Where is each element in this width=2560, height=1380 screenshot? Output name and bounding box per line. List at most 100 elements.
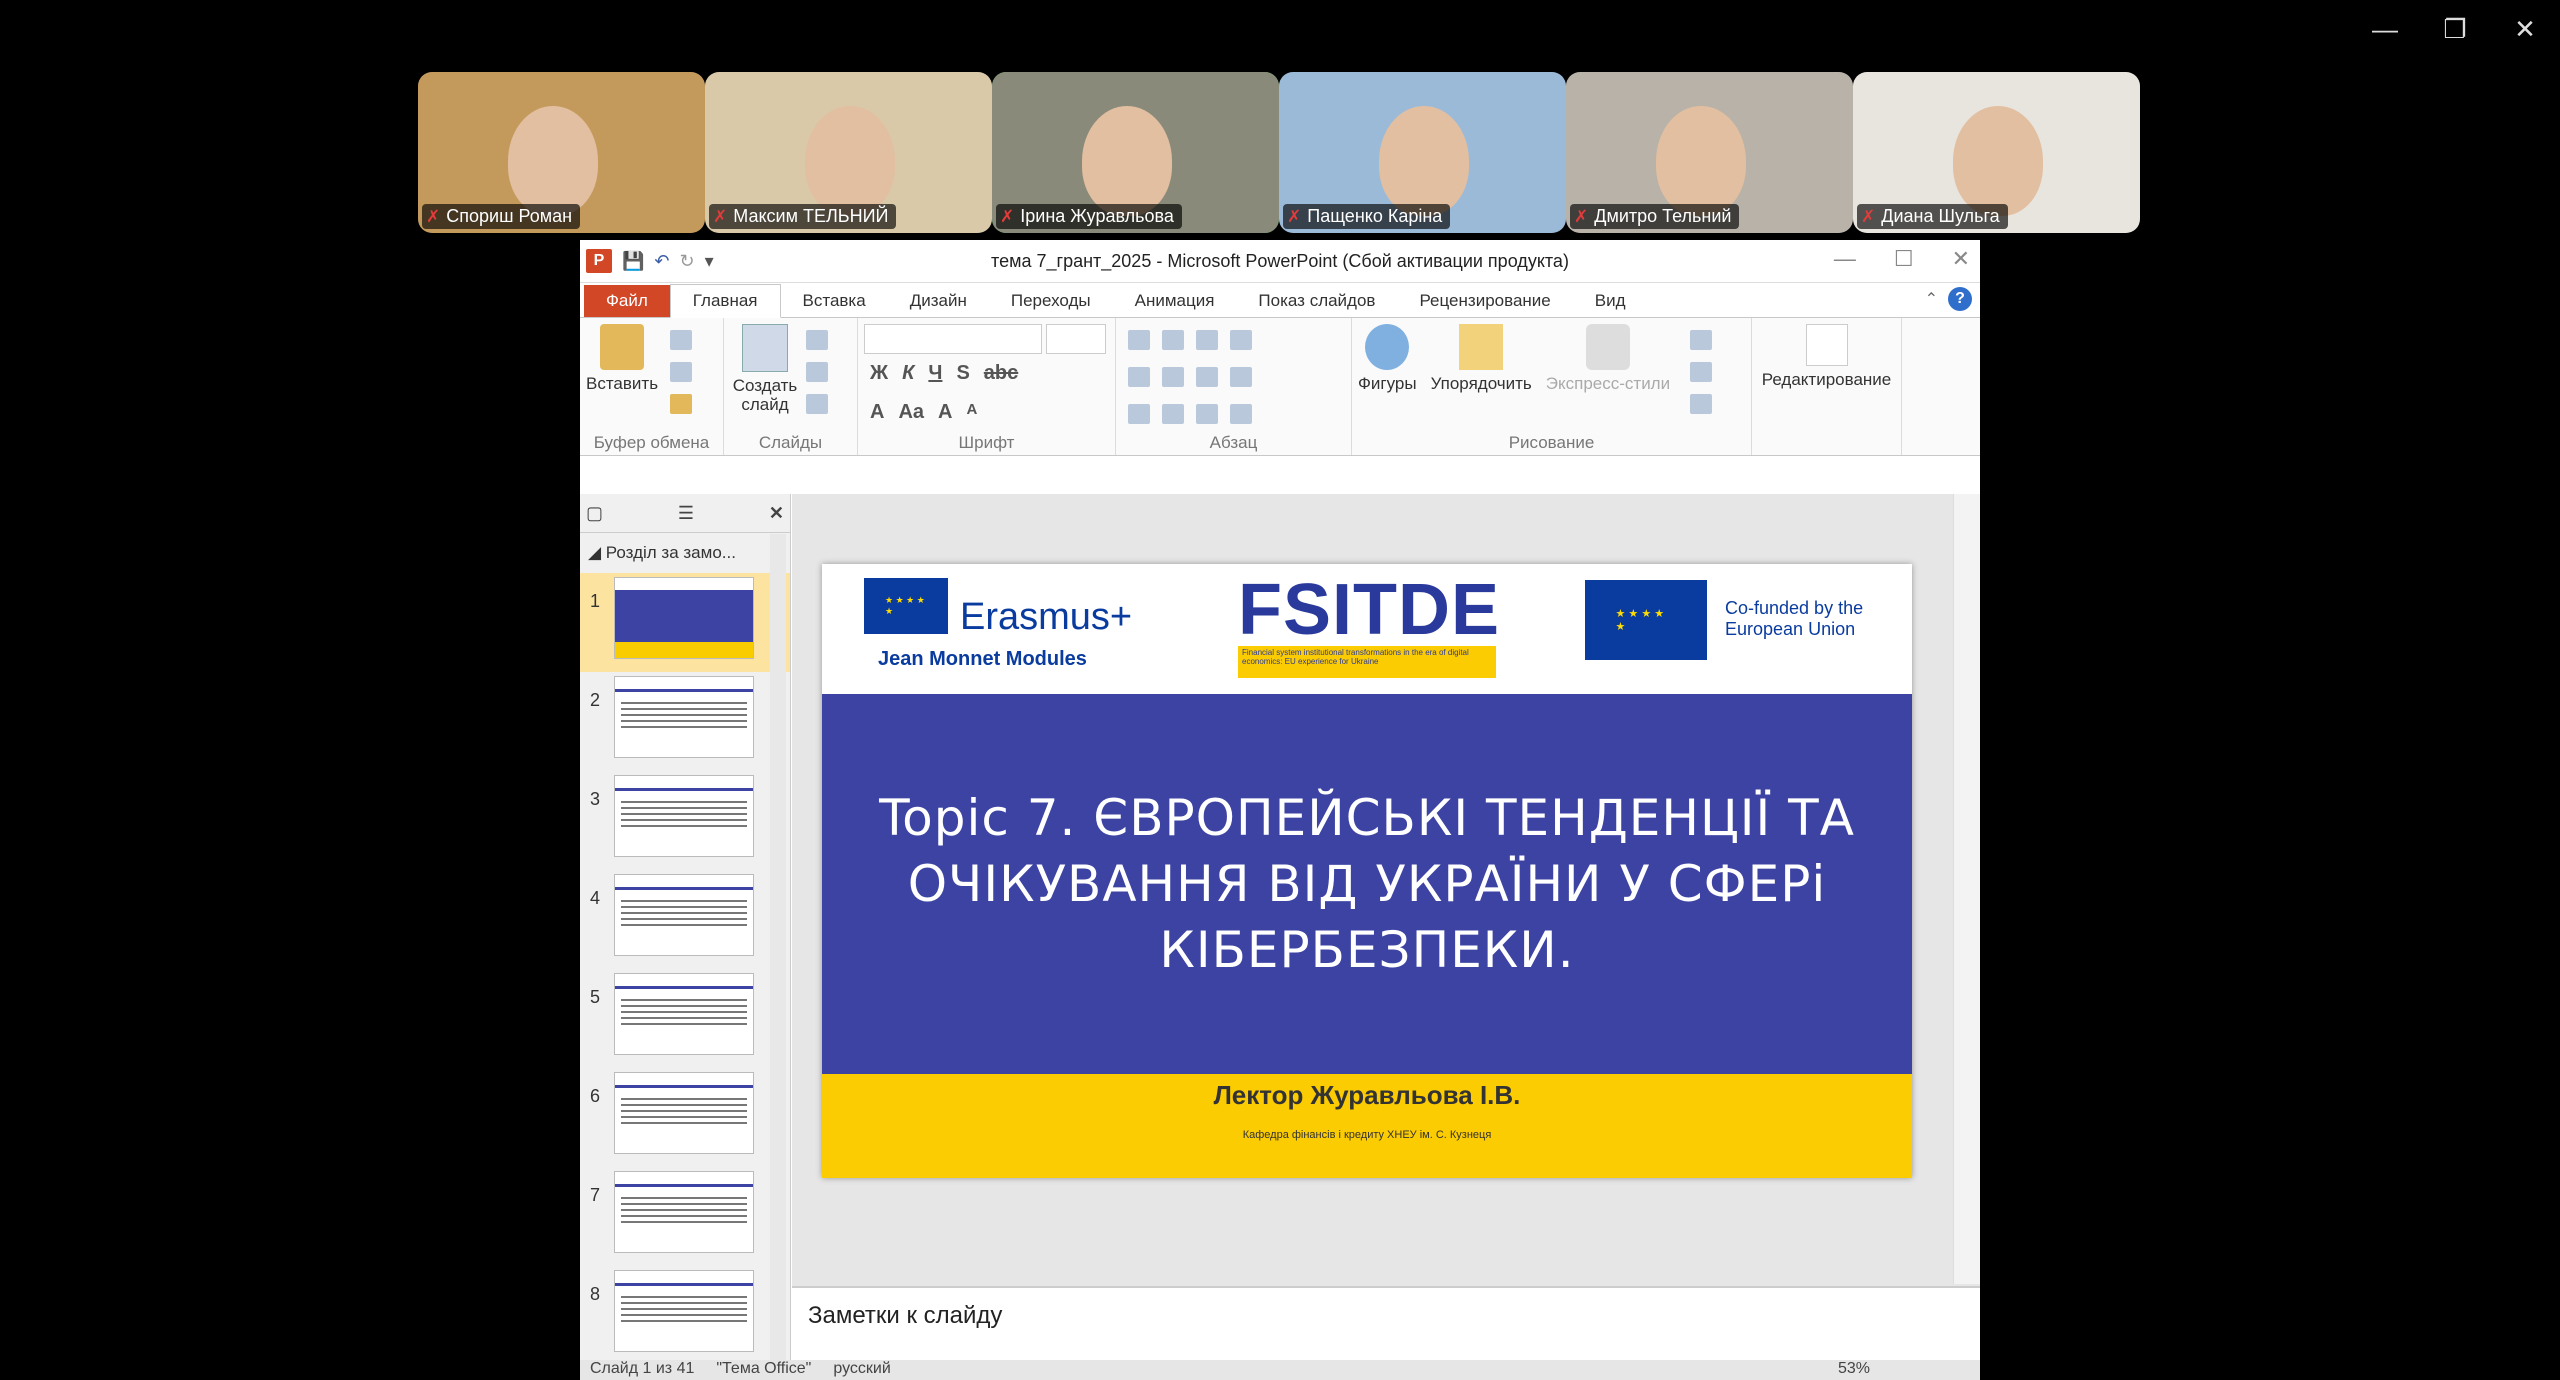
collapse-ribbon-icon[interactable]: ⌃ [1925,289,1938,309]
slide-number: 5 [590,987,601,1007]
reset-icon[interactable] [806,362,828,382]
zoom-level[interactable]: 53% [1838,1360,1870,1380]
minimize-icon[interactable]: — [2370,14,2400,45]
copy-icon[interactable] [670,362,693,382]
align-text-icon[interactable] [1230,367,1252,387]
minimize-icon[interactable]: — [1834,246,1856,272]
muted-mic-icon: ✗ [713,206,728,226]
slide-thumbnail[interactable]: 8 [580,1266,790,1365]
shape-outline-icon[interactable] [1690,362,1713,382]
cut-icon[interactable] [670,330,693,350]
close-panel-icon[interactable]: ✕ [769,503,784,524]
shapes-button[interactable]: Фигуры [1358,324,1417,420]
editor-scrollbar[interactable] [1953,494,1980,1284]
slide-number: 3 [590,789,601,809]
participant-tile[interactable]: ✗ Дмитро Тельний [1566,72,1853,233]
slide-thumbnail[interactable]: 2 [580,672,790,771]
justify-icon[interactable] [1230,404,1252,424]
shape-effects-icon[interactable] [1690,394,1713,414]
align-left-icon[interactable] [1128,404,1150,424]
ribbon-tab[interactable]: Переходы [989,285,1113,317]
paste-icon [600,324,645,370]
font-format-buttons: Ж К Ч S abc [864,354,1109,393]
ribbon-tab[interactable]: Показ слайдов [1236,285,1397,317]
section-header[interactable]: ◢ Розділ за замо... [580,533,790,573]
slide-thumbnail[interactable]: 3 [580,771,790,870]
restore-icon[interactable]: ❐ [2440,14,2470,45]
bold-icon[interactable]: Ж [870,362,888,385]
ribbon-tab[interactable]: Дизайн [888,285,989,317]
grow-font-icon[interactable]: A [938,401,952,424]
outline-tab-icon[interactable]: ☰ [678,503,694,524]
align-center-icon[interactable] [1162,404,1184,424]
columns-icon[interactable] [1230,330,1252,350]
participant-name-tag: ✗ Максим ТЕЛЬНИЙ [709,204,897,229]
shadow-icon[interactable]: S [956,362,969,385]
participant-face [1656,106,1746,216]
panel-scrollbar[interactable] [770,534,786,1380]
participant-name: Диана Шульга [1881,206,2000,226]
cofunded-text: Co-funded by the European Union [1725,598,1864,639]
bullets-icon[interactable] [1128,330,1150,350]
slides-label: Слайды [758,433,823,452]
slide-thumbnails: 1 2 3 4 5 6 7 8 [580,573,790,1365]
shape-fill-icon[interactable] [1690,330,1713,350]
paste-button[interactable]: Вставить [586,324,658,420]
language[interactable]: русский [833,1360,890,1380]
participant-tile[interactable]: ✗ Ірина Журавльова [992,72,1279,233]
ribbon-tab[interactable]: Вид [1573,285,1648,317]
section-label: Розділ за замо... [605,543,736,562]
numbering-icon[interactable] [1162,330,1184,350]
participant-face [1379,106,1469,216]
shrink-font-icon[interactable]: A [966,401,977,424]
new-slide-button[interactable]: Создать слайд [730,324,800,420]
close-icon[interactable]: ✕ [1952,246,1970,272]
slide-thumbnail[interactable]: 7 [580,1167,790,1266]
font-name-box[interactable] [864,324,1042,354]
increase-indent-icon[interactable] [1162,367,1184,387]
lecturer-name[interactable]: Лектор Журавльова І.В. [822,1080,1912,1111]
format-painter-icon[interactable] [670,394,693,414]
align-right-icon[interactable] [1196,404,1218,424]
line-spacing-icon[interactable] [1196,330,1218,350]
slide-thumbnail[interactable]: 5 [580,969,790,1068]
ribbon-tab[interactable]: Главная [669,284,781,318]
font-size-box[interactable] [1046,324,1106,354]
participant-tile[interactable]: ✗ Пащенко Каріна [1279,72,1566,233]
slide-thumbnail[interactable]: 4 [580,870,790,969]
slide-title[interactable]: Topic 7. ЄВРОПЕЙСЬКІ ТЕНДЕНЦІЇ ТА ОЧІКУВ… [877,785,1857,983]
ribbon-tab[interactable]: Анимация [1113,285,1237,317]
close-icon[interactable]: ✕ [2510,14,2540,45]
participant-tile[interactable]: ✗ Максим ТЕЛЬНИЙ [705,72,992,233]
participant-tile[interactable]: ✗ Диана Шульга [1853,72,2140,233]
editing-button[interactable]: Редактирование [1758,324,1895,389]
slides-group: Создать слайд Слайды [724,318,858,455]
participant-tile[interactable]: ✗ Спориш Роман [418,72,705,233]
muted-mic-icon: ✗ [1861,206,1876,226]
current-slide[interactable]: ★ ★ ★ ★ ★ Erasmus+ Jean Monnet Modules F… [822,564,1912,1178]
layout-icon[interactable] [806,330,828,350]
change-case-icon[interactable]: Aa [898,401,924,424]
ribbon-tab[interactable]: Вставка [781,285,888,317]
ribbon-tab[interactable]: Файл [584,285,670,317]
arrange-icon [1459,324,1504,370]
slide-thumbnail[interactable]: 1 [580,573,790,672]
section-icon[interactable] [806,394,828,414]
slide-thumbnail[interactable]: 6 [580,1068,790,1167]
maximize-icon[interactable]: ☐ [1894,246,1914,272]
ribbon-tab[interactable]: Рецензирование [1397,285,1572,317]
font-color-icon[interactable]: A [870,401,884,424]
quick-styles-button[interactable]: Экспресс-стили [1546,324,1670,420]
slide-editor: ★ ★ ★ ★ ★ Erasmus+ Jean Monnet Modules F… [792,494,1980,1380]
italic-icon[interactable]: К [902,362,914,385]
slides-tab-icon[interactable]: ▢ [586,503,603,524]
strikethrough-icon[interactable]: abc [984,362,1018,385]
department-name[interactable]: Кафедра фінансів і кредиту ХНЕУ ім. С. К… [822,1129,1912,1141]
new-slide-icon [742,324,788,372]
underline-icon[interactable]: Ч [928,362,942,385]
help-icon[interactable]: ? [1948,287,1972,311]
text-direction-icon[interactable] [1196,367,1218,387]
decrease-indent-icon[interactable] [1128,367,1150,387]
arrange-button[interactable]: Упорядочить [1431,324,1532,420]
participant-name: Ірина Журавльова [1020,206,1174,226]
